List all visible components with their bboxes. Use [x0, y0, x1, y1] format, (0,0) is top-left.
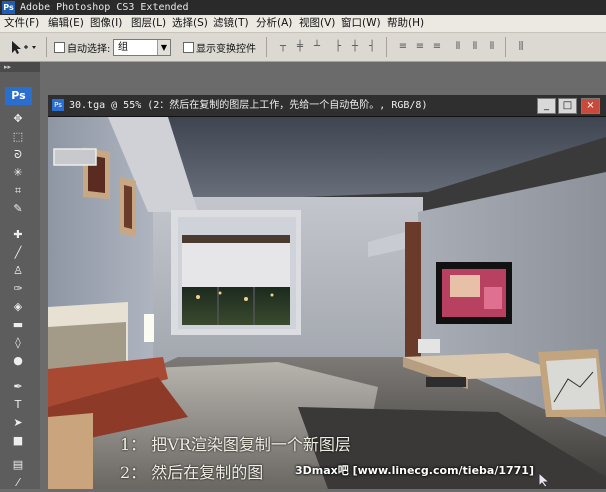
options-separator [46, 37, 47, 57]
photoshop-logo-icon: Ps [52, 99, 64, 111]
show-transform-label: 显示变换控件 [196, 44, 256, 55]
tools-collapse-button[interactable]: ▸▸ [0, 62, 40, 72]
path-selection-tool-icon[interactable]: ➤ [9, 416, 27, 430]
lasso-tool-icon[interactable]: ᘐ [9, 148, 27, 162]
caption-line-2: 2： 然后在复制的图 [120, 463, 264, 482]
minimize-button[interactable]: _ [537, 98, 556, 114]
gradient-tool-icon[interactable]: ▬ [9, 318, 27, 332]
eraser-tool-icon[interactable]: ◈ [9, 300, 27, 314]
document-title-bar[interactable]: Ps 30.tga @ 55% (2：然后在复制的图层上工作，先给一个自动色阶。… [48, 95, 606, 117]
crop-tool-icon[interactable]: ⌗ [9, 184, 27, 198]
app-title-bar: Ps Adobe Photoshop CS3 Extended [0, 0, 606, 15]
photoshop-logo-icon: Ps [5, 87, 32, 105]
menu-analysis[interactable]: 分析(A) [256, 15, 292, 32]
brush-tool-icon[interactable]: ╱ [9, 246, 27, 260]
options-bar: 自动选择: 组 ▼ 显示变换控件 ┬ ╪ ┴ ├ ┼ ┤ ≡ ≡ ≡ ⫴ ⫴ ⫴… [0, 33, 606, 62]
chevron-down-icon: ▼ [157, 40, 170, 55]
eyedropper-tool-icon[interactable]: ⁄ [9, 476, 27, 490]
move-tool-icon[interactable] [8, 38, 38, 56]
pen-tool-icon[interactable]: ✒ [9, 380, 27, 394]
menu-select[interactable]: 选择(S) [172, 15, 208, 32]
move-tool-icon[interactable]: ✥ [9, 112, 27, 126]
options-separator [505, 37, 506, 57]
marquee-tool-icon[interactable]: ⬚ [9, 130, 27, 144]
caption-line-1: 1： 把VR渲染图复制一个新图层 [120, 435, 351, 454]
distribute-left-icon[interactable]: ⫴ [451, 41, 465, 53]
menu-image[interactable]: 图像(I) [90, 15, 122, 32]
shape-tool-icon[interactable]: ■ [9, 434, 27, 448]
menu-file[interactable]: 文件(F) [4, 15, 39, 32]
notes-tool-icon[interactable]: ▤ [9, 458, 27, 472]
photoshop-logo-icon: Ps [2, 1, 15, 14]
menu-filter[interactable]: 滤镜(T) [213, 15, 249, 32]
healing-brush-tool-icon[interactable]: ✚ [9, 228, 27, 242]
menu-edit[interactable]: 编辑(E) [48, 15, 84, 32]
document-title: 30.tga @ 55% (2：然后在复制的图层上工作，先给一个自动色阶。, R… [69, 100, 428, 111]
auto-select-dropdown[interactable]: 组 ▼ [113, 39, 171, 56]
magic-wand-tool-icon[interactable]: ✳ [9, 166, 27, 180]
distribute-top-icon[interactable]: ≡ [396, 41, 410, 53]
distribute-bottom-icon[interactable]: ≡ [430, 41, 444, 53]
options-separator [266, 37, 267, 57]
distribute-right-icon[interactable]: ⫴ [485, 41, 499, 53]
distribute-vcenter-icon[interactable]: ≡ [413, 41, 427, 53]
maximize-button[interactable]: □ [558, 98, 577, 114]
menu-bar: 文件(F) 编辑(E) 图像(I) 图层(L) 选择(S) 滤镜(T) 分析(A… [0, 15, 606, 33]
close-button[interactable]: × [581, 98, 600, 114]
type-tool-icon[interactable]: T [9, 398, 27, 412]
mouse-cursor-icon [538, 471, 552, 488]
align-left-icon[interactable]: ├ [331, 41, 345, 53]
menu-view[interactable]: 视图(V) [299, 15, 335, 32]
blur-tool-icon[interactable]: ◊ [9, 336, 27, 350]
align-right-icon[interactable]: ┤ [365, 41, 379, 53]
tools-panel: ▸▸ Ps ✥ ⬚ ᘐ ✳ ⌗ ✎ ✚ ╱ ♙ ✑ ◈ ▬ ◊ ● ✒ T ➤ … [0, 62, 40, 489]
clone-stamp-tool-icon[interactable]: ♙ [9, 264, 27, 278]
distribute-hcenter-icon[interactable]: ⫴ [468, 41, 482, 53]
slice-tool-icon[interactable]: ✎ [9, 202, 27, 216]
auto-align-icon[interactable]: ⫼ [514, 41, 528, 53]
app-title: Adobe Photoshop CS3 Extended [20, 2, 189, 13]
align-vcenter-icon[interactable]: ╪ [293, 41, 307, 53]
menu-layer[interactable]: 图层(L) [131, 15, 166, 32]
show-transform-checkbox[interactable] [183, 42, 194, 53]
options-separator [386, 37, 387, 57]
align-bottom-icon[interactable]: ┴ [310, 41, 324, 53]
menu-window[interactable]: 窗口(W) [341, 15, 381, 32]
align-hcenter-icon[interactable]: ┼ [348, 41, 362, 53]
align-top-icon[interactable]: ┬ [276, 41, 290, 53]
auto-select-checkbox[interactable] [54, 42, 65, 53]
auto-select-label: 自动选择: [67, 44, 111, 55]
dodge-tool-icon[interactable]: ● [9, 354, 27, 368]
menu-help[interactable]: 帮助(H) [387, 15, 424, 32]
watermark-text: 3Dmax吧 [www.linecg.com/tieba/1771] [295, 464, 534, 477]
auto-select-value: 组 [118, 42, 128, 53]
history-brush-tool-icon[interactable]: ✑ [9, 282, 27, 296]
